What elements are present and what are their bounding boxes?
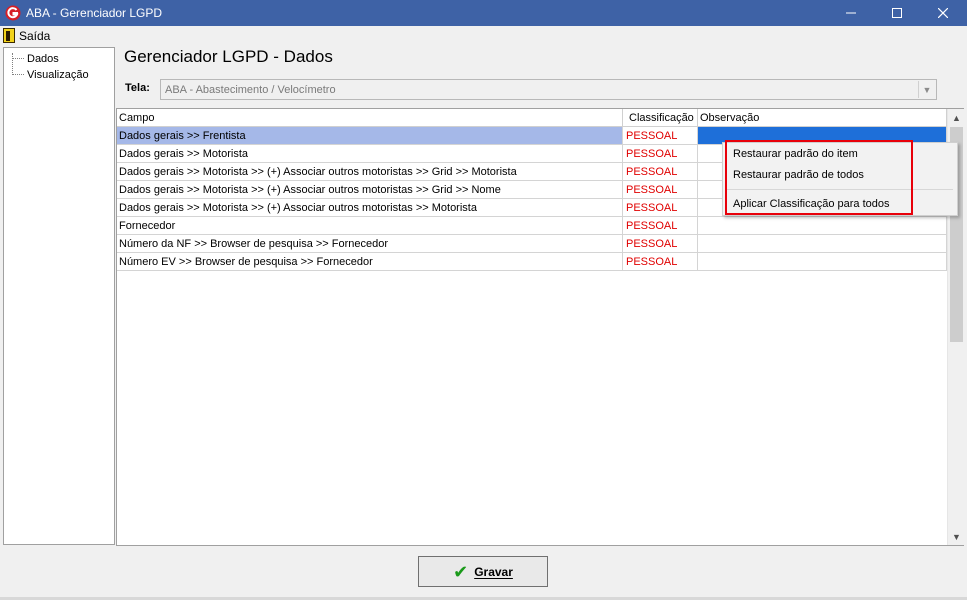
menu-item-restore-item[interactable]: Restaurar padrão do item [733, 145, 858, 163]
save-button-label: Gravar [474, 564, 513, 579]
tree-item-label: Visualização [27, 68, 89, 81]
tree-connector [12, 74, 24, 75]
cell-campo[interactable]: Número EV >> Browser de pesquisa >> Forn… [117, 253, 623, 270]
table-row[interactable]: Número da NF >> Browser de pesquisa >> F… [117, 235, 947, 253]
close-button[interactable] [920, 0, 966, 26]
cell-observacao[interactable] [698, 217, 947, 234]
window-title: ABA - Gerenciador LGPD [26, 6, 163, 20]
save-button[interactable]: ✔ Gravar [418, 556, 548, 587]
cell-classificacao[interactable]: PESSOAL [623, 253, 698, 270]
cell-classificacao[interactable]: PESSOAL [623, 127, 698, 144]
menu-bar: Saída [0, 26, 967, 45]
cell-classificacao[interactable]: PESSOAL [623, 199, 698, 216]
minimize-icon [846, 12, 856, 14]
exit-door-icon [3, 28, 15, 43]
maximize-button[interactable] [874, 0, 920, 26]
scroll-up-icon[interactable]: ▲ [948, 109, 965, 126]
column-header-classificacao[interactable]: Classificação [623, 109, 698, 127]
column-header-campo[interactable]: Campo [117, 109, 623, 127]
tela-select-value: ABA - Abastecimento / Velocímetro [165, 84, 336, 96]
cell-observacao[interactable] [698, 235, 947, 252]
column-header-observacao[interactable]: Observação [698, 109, 947, 127]
grid-header: Campo Classificação Observação [117, 109, 947, 127]
title-bar: ABA - Gerenciador LGPD [0, 0, 967, 26]
tree-item-label: Dados [27, 52, 59, 65]
menu-exit[interactable]: Saída [3, 27, 50, 44]
maximize-icon [892, 8, 902, 18]
scroll-down-icon[interactable]: ▼ [948, 528, 965, 545]
tela-label: Tela: [125, 82, 150, 94]
cell-classificacao[interactable]: PESSOAL [623, 217, 698, 234]
menu-item-restore-all[interactable]: Restaurar padrão de todos [733, 166, 864, 184]
cell-campo[interactable]: Dados gerais >> Frentista [117, 127, 623, 144]
tree-item-dados[interactable]: Dados [12, 51, 59, 66]
cell-campo[interactable]: Dados gerais >> Motorista [117, 145, 623, 162]
tela-select[interactable]: ABA - Abastecimento / Velocímetro ▼ [160, 79, 937, 100]
cell-observacao[interactable] [698, 253, 947, 270]
app-logo-icon [5, 5, 21, 21]
chevron-down-icon[interactable]: ▼ [918, 81, 935, 98]
checkmark-icon: ✔ [453, 561, 469, 582]
navigation-tree: Dados Visualização [3, 47, 115, 545]
cell-campo[interactable]: Dados gerais >> Motorista >> (+) Associa… [117, 199, 623, 216]
tree-item-visualizacao[interactable]: Visualização [12, 67, 89, 82]
cell-classificacao[interactable]: PESSOAL [623, 163, 698, 180]
table-row[interactable]: Número EV >> Browser de pesquisa >> Forn… [117, 253, 947, 271]
cell-campo[interactable]: Fornecedor [117, 217, 623, 234]
menu-item-apply-classification-all[interactable]: Aplicar Classificação para todos [733, 195, 890, 213]
cell-classificacao[interactable]: PESSOAL [623, 235, 698, 252]
cell-classificacao[interactable]: PESSOAL [623, 181, 698, 198]
cell-campo[interactable]: Número da NF >> Browser de pesquisa >> F… [117, 235, 623, 252]
tree-connector [12, 58, 24, 59]
cell-campo[interactable]: Dados gerais >> Motorista >> (+) Associa… [117, 163, 623, 180]
context-menu: Restaurar padrão do item Restaurar padrã… [722, 142, 958, 216]
menu-exit-label: Saída [19, 28, 51, 43]
table-row[interactable]: Fornecedor PESSOAL [117, 217, 947, 235]
page-title: Gerenciador LGPD - Dados [124, 47, 333, 66]
menu-separator [727, 189, 953, 190]
cell-classificacao[interactable]: PESSOAL [623, 145, 698, 162]
cell-campo[interactable]: Dados gerais >> Motorista >> (+) Associa… [117, 181, 623, 198]
close-icon [938, 8, 948, 18]
minimize-button[interactable] [828, 0, 874, 26]
